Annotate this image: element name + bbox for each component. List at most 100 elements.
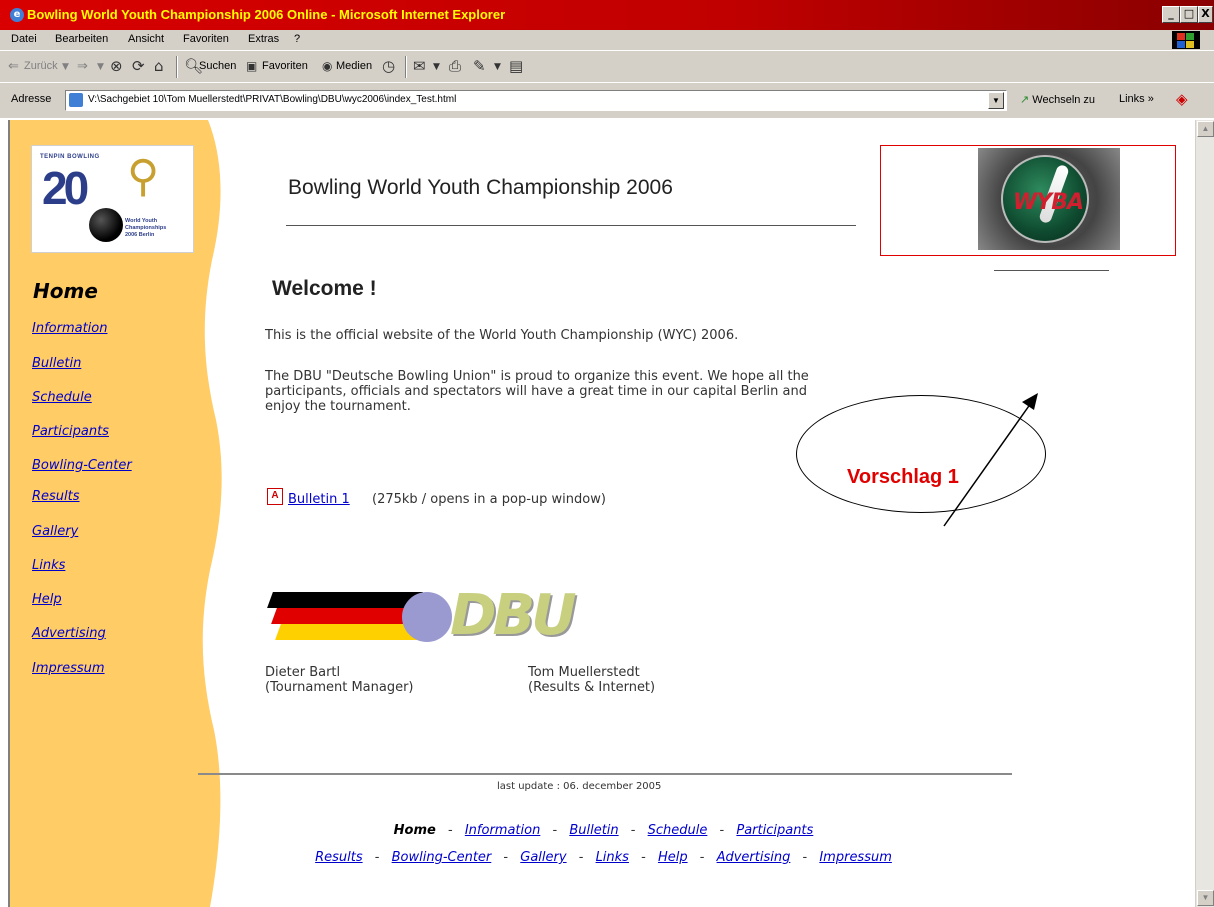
toolbar-separator [405,56,407,78]
mail-dropdown-icon[interactable]: ▼ [433,62,440,72]
mail-icon[interactable]: ✉ [413,57,426,75]
media-button[interactable]: Medien [336,60,372,72]
footer-separator: - [641,850,646,865]
wyba-logo-frame: WYBA [880,145,1176,256]
media-icon[interactable]: ◉ [322,59,332,73]
sidebar-item-help[interactable]: Help [32,592,62,607]
wyba-logo-text: WYBA [1013,190,1084,215]
sidebar-item-home: Home [33,279,98,303]
menu-ansicht[interactable]: Ansicht [128,33,164,45]
scroll-up-icon[interactable]: ▲ [1197,121,1214,137]
edit-dropdown-icon[interactable]: ▼ [494,62,501,72]
menu-favoriten[interactable]: Favoriten [183,33,229,45]
go-label: Wechseln zu [1032,94,1096,106]
footer-separator: - [719,823,725,838]
forward-arrow-icon[interactable]: ⇒ [77,59,88,74]
menu-help[interactable]: ? [294,33,300,45]
bulletin-1-link[interactable]: Bulletin 1 [288,492,350,507]
footer-link-impressum[interactable]: Impressum [819,850,892,865]
sidebar-item-links[interactable]: Links [32,558,65,573]
go-button[interactable]: ↗ Wechseln zu [1020,93,1095,106]
home-icon[interactable]: ⌂ [154,57,164,75]
sidebar-item-bowling-center[interactable]: Bowling-Center [32,458,132,473]
flag-stripe-black [267,592,423,608]
page-icon [69,93,83,107]
contact-name: Tom Muellerstedt [528,665,640,680]
print-icon[interactable]: ⎙ [449,57,461,75]
maximize-button[interactable]: □ [1180,6,1198,23]
championship-logo[interactable]: TENPIN BOWLING 20 ⚲ World Youth Champion… [31,145,194,253]
footer-link-information[interactable]: Information [465,823,540,838]
last-update: last update : 06. december 2005 [497,781,662,792]
footer-link-gallery[interactable]: Gallery [520,850,566,865]
bowler-figure-icon: ⚲ [127,151,160,202]
footer-nav-row-2: Results - Bowling-Center - Gallery - Lin… [10,850,1195,865]
favorites-icon[interactable]: ▣ [246,59,257,73]
search-button[interactable]: Suchen [199,60,236,72]
address-bar: Adresse V:\Sachgebiet 10\Tom Muellersted… [0,82,1214,118]
menu-datei[interactable]: Datei [11,33,37,45]
logo-sub-line: 2006 Berlin [125,232,155,238]
footer-link-bulletin[interactable]: Bulletin [569,823,618,838]
sidebar-item-schedule[interactable]: Schedule [32,390,92,405]
forward-dropdown-icon[interactable]: ▼ [97,62,104,72]
flag-stripe-gold [275,624,423,640]
refresh-icon[interactable]: ⟳ [132,57,145,75]
footer-link-links[interactable]: Links [596,850,629,865]
address-input[interactable]: V:\Sachgebiet 10\Tom Muellerstedt\PRIVAT… [65,90,1007,111]
sidebar-item-gallery[interactable]: Gallery [32,524,78,539]
footer-divider [198,773,1012,775]
menu-bar: Datei Bearbeiten Ansicht Favoriten Extra… [0,30,1214,50]
footer-separator: - [448,823,453,838]
welcome-heading: Welcome ! [272,277,377,300]
intro-text: This is the official website of the Worl… [265,328,739,343]
vertical-scrollbar[interactable]: ▲ ▼ [1195,120,1214,907]
back-dropdown-icon[interactable]: ▼ [62,62,69,72]
footer-separator: - [630,823,636,838]
contact-role: (Tournament Manager) [265,680,414,695]
sidebar-item-results[interactable]: Results [32,489,80,504]
history-icon[interactable]: ◷ [382,57,395,75]
dbu-logo[interactable]: DBU [267,586,600,650]
discuss-icon[interactable]: ▤ [509,57,523,75]
description-line: The DBU "Deutsche Bowling Union" is prou… [265,369,809,384]
edit-icon[interactable]: ✎ [473,57,486,75]
minimize-button[interactable]: _ [1162,6,1180,23]
sidebar-item-information[interactable]: Information [32,321,107,336]
pdf-icon[interactable]: A [267,488,283,505]
wyba-logo[interactable]: WYBA [978,148,1120,250]
logo-year: 20 [42,162,89,214]
footer-separator: - [578,850,584,865]
page-viewport: TENPIN BOWLING 20 ⚲ World Youth Champion… [8,120,1195,907]
menu-bearbeiten[interactable]: Bearbeiten [55,33,108,45]
address-url[interactable]: V:\Sachgebiet 10\Tom Muellerstedt\PRIVAT… [88,94,456,105]
links-label: Links [1119,93,1145,105]
footer-link-results[interactable]: Results [315,850,363,865]
back-arrow-icon[interactable]: ⇐ [8,59,19,74]
sidebar-item-advertising[interactable]: Advertising [32,626,106,641]
address-dropdown-icon[interactable]: ▼ [988,92,1004,109]
back-button[interactable]: Zurück [24,60,58,72]
sidebar-item-impressum[interactable]: Impressum [32,661,105,676]
footer-link-bowling-center[interactable]: Bowling-Center [392,850,492,865]
bulletin-note: (275kb / opens in a pop-up window) [372,492,606,507]
footer-link-participants[interactable]: Participants [736,823,813,838]
scroll-down-icon[interactable]: ▼ [1197,890,1214,906]
footer-link-schedule[interactable]: Schedule [648,823,708,838]
menu-extras[interactable]: Extras [248,33,279,45]
toolbar-extension-icon[interactable]: ◈ [1176,90,1188,108]
footer-separator: - [503,850,509,865]
close-button[interactable]: X [1198,6,1213,23]
footer-link-help[interactable]: Help [658,850,688,865]
favorites-button[interactable]: Favoriten [262,60,308,72]
dbu-ball-icon [402,592,452,642]
contact-results-internet: Tom Muellerstedt (Results & Internet) [528,665,655,695]
stop-icon[interactable]: ⊗ [110,57,123,75]
footer-link-advertising[interactable]: Advertising [717,850,791,865]
logo-small-title: TENPIN BOWLING [40,154,100,160]
sidebar-item-bulletin[interactable]: Bulletin [32,356,81,371]
logo-divider [994,270,1109,271]
description-line: participants, officials and spectators w… [265,384,808,399]
sidebar-item-participants[interactable]: Participants [32,424,109,439]
links-button[interactable]: Links » [1119,93,1154,105]
